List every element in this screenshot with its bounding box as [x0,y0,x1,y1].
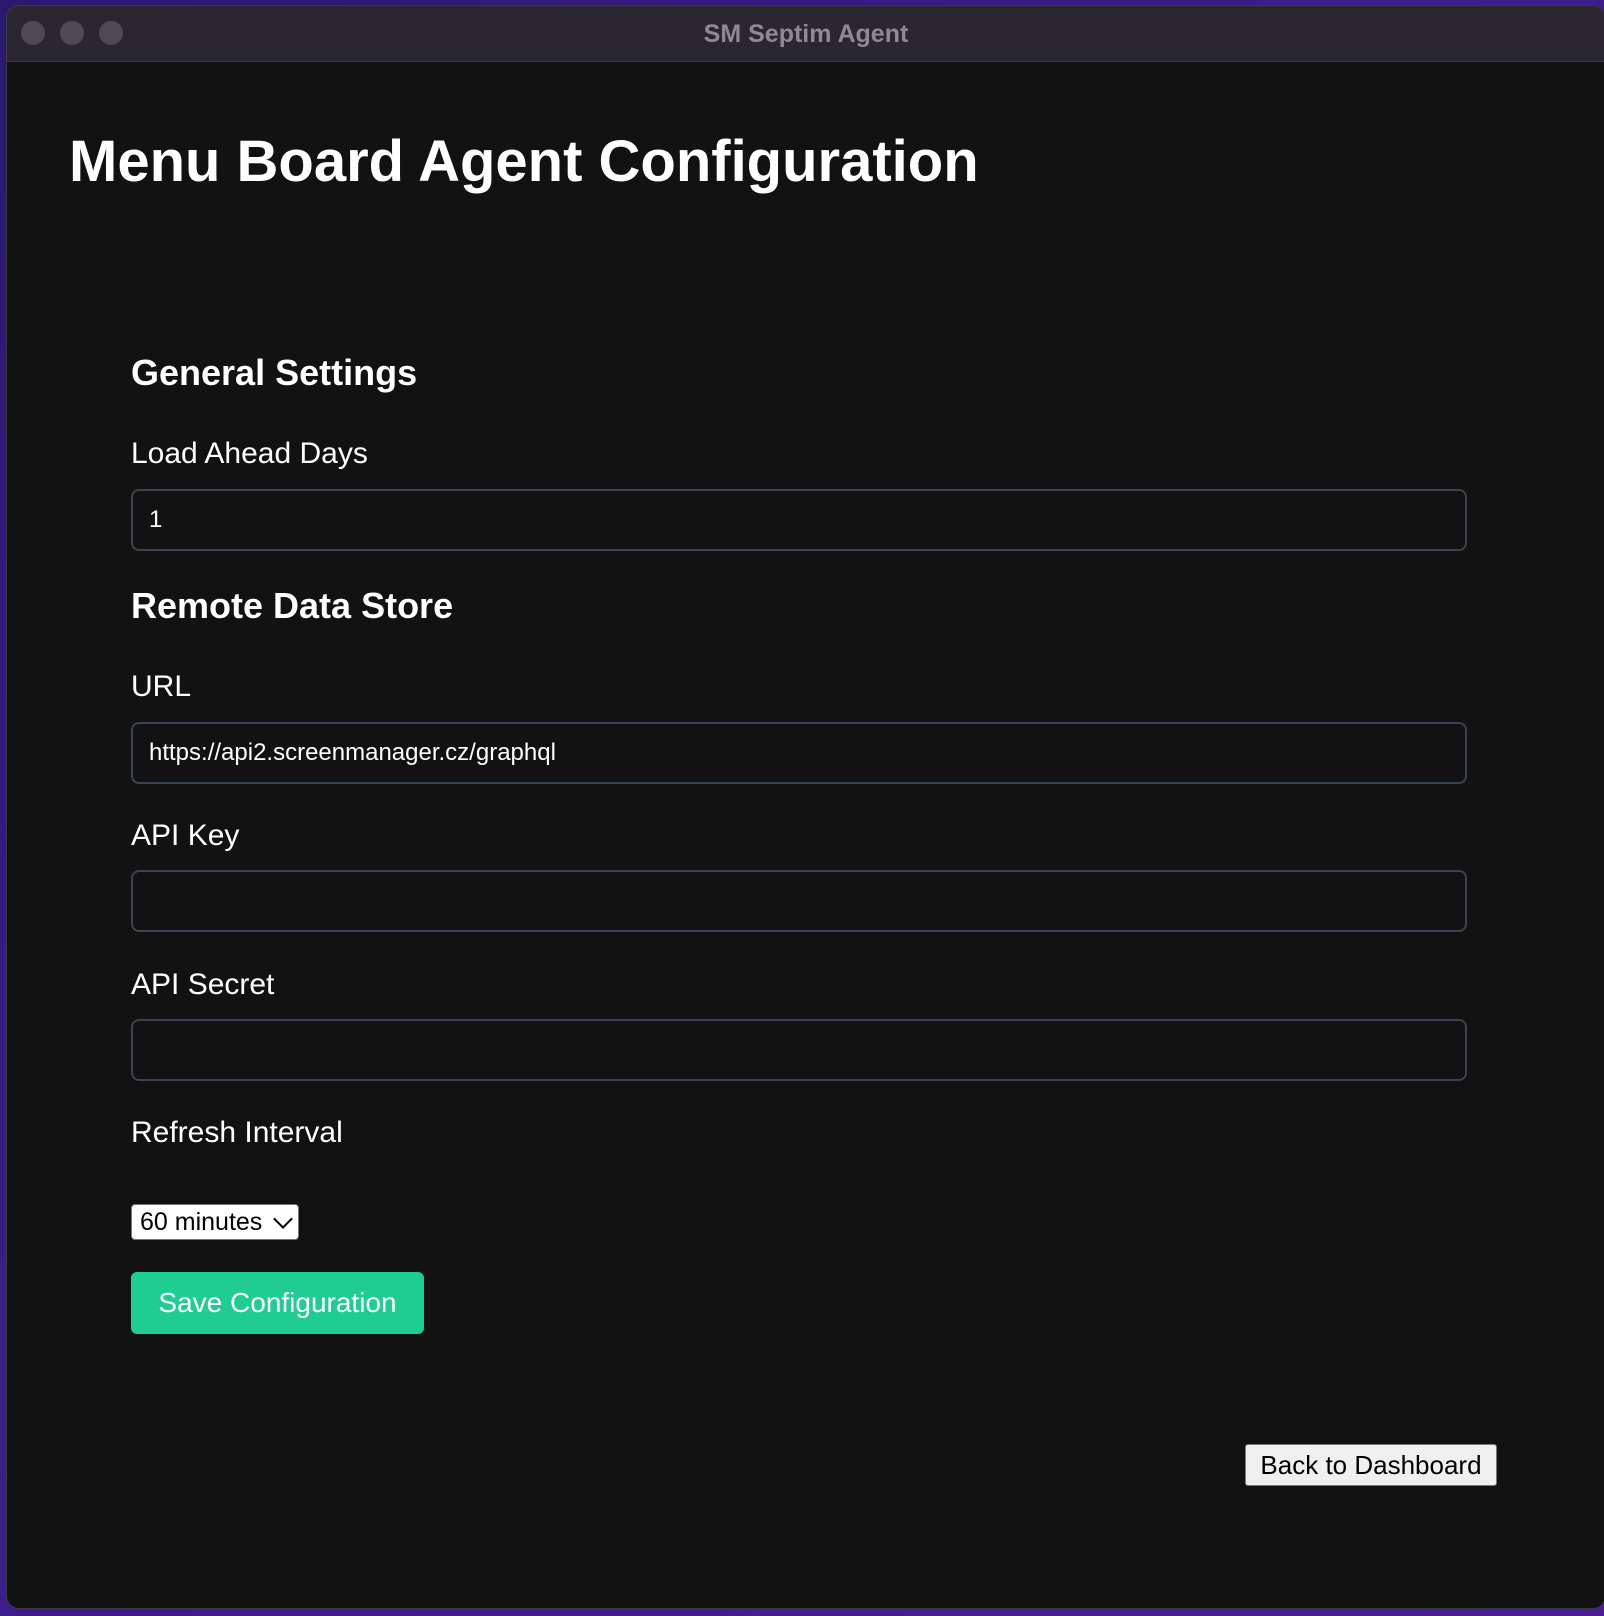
load-ahead-days-label: Load Ahead Days [131,437,368,470]
main-content: Menu Board Agent Configuration General S… [7,62,1604,1608]
chevron-down-icon [273,1209,293,1229]
api-secret-label: API Secret [131,968,275,1001]
general-settings-heading: General Settings [131,352,418,393]
remote-data-store-heading: Remote Data Store [131,585,454,626]
back-to-dashboard-button[interactable]: Back to Dashboard [1245,1444,1497,1486]
load-ahead-days-input[interactable] [131,489,1467,551]
api-key-input[interactable] [131,870,1467,932]
save-configuration-button[interactable]: Save Configuration [131,1272,424,1334]
app-window: SM Septim Agent Menu Board Agent Configu… [7,6,1604,1608]
refresh-interval-selected-value: 60 minutes [140,1207,263,1236]
page-title: Menu Board Agent Configuration [69,129,979,194]
refresh-interval-select[interactable]: 60 minutes [131,1204,299,1240]
url-label: URL [131,670,192,703]
window-title: SM Septim Agent [703,20,909,48]
title-bar: SM Septim Agent [7,6,1604,62]
api-key-label: API Key [131,819,240,852]
url-input[interactable] [131,722,1467,784]
api-secret-input[interactable] [131,1019,1467,1081]
refresh-interval-label: Refresh Interval [131,1116,343,1149]
